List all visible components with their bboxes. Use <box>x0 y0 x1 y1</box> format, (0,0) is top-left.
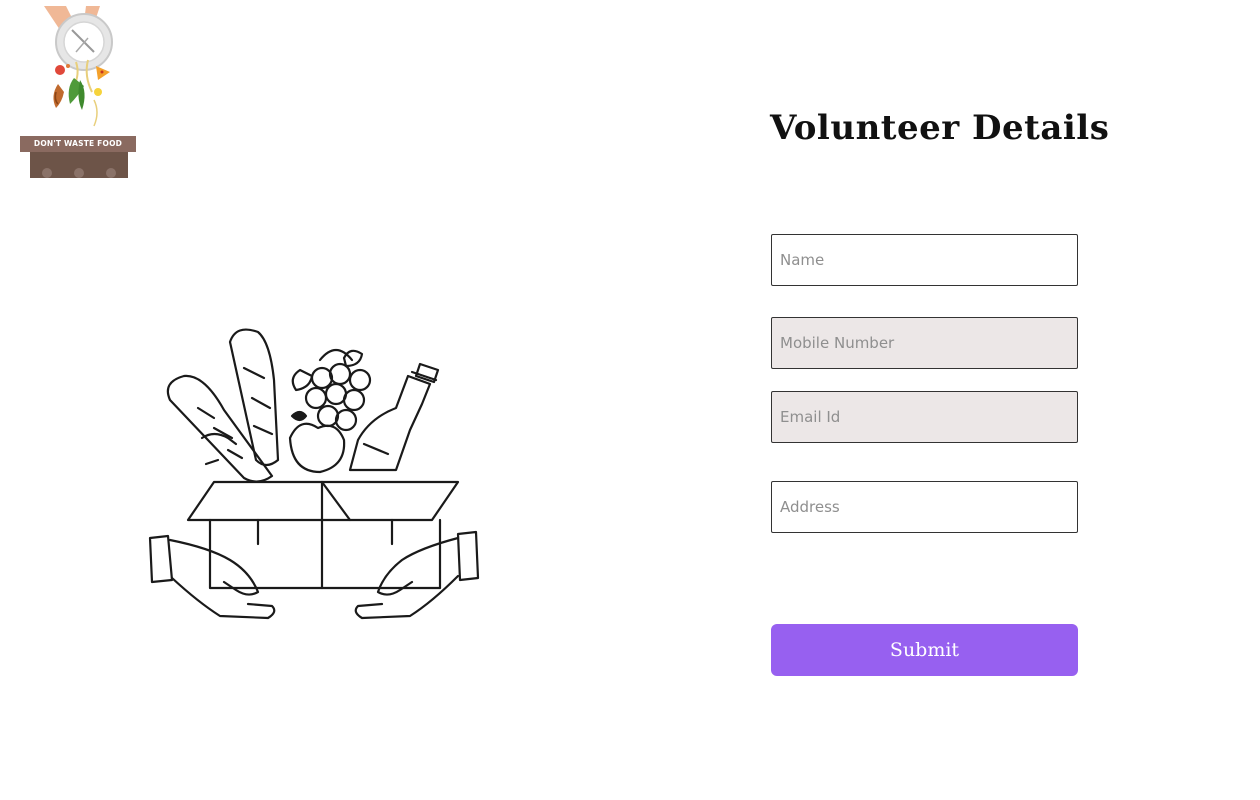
name-input[interactable] <box>771 234 1078 286</box>
dont-waste-food-logo: DON'T WASTE FOOD <box>14 0 142 180</box>
address-input[interactable] <box>771 481 1078 533</box>
email-id-input[interactable] <box>771 391 1078 443</box>
page-title: Volunteer Details <box>770 108 1110 148</box>
logo-banner-text: DON'T WASTE FOOD <box>20 136 136 152</box>
submit-button[interactable]: Submit <box>771 624 1078 676</box>
plate-food-illustration <box>20 6 136 178</box>
mobile-number-input[interactable] <box>771 317 1078 369</box>
food-donation-box-icon <box>140 320 490 630</box>
